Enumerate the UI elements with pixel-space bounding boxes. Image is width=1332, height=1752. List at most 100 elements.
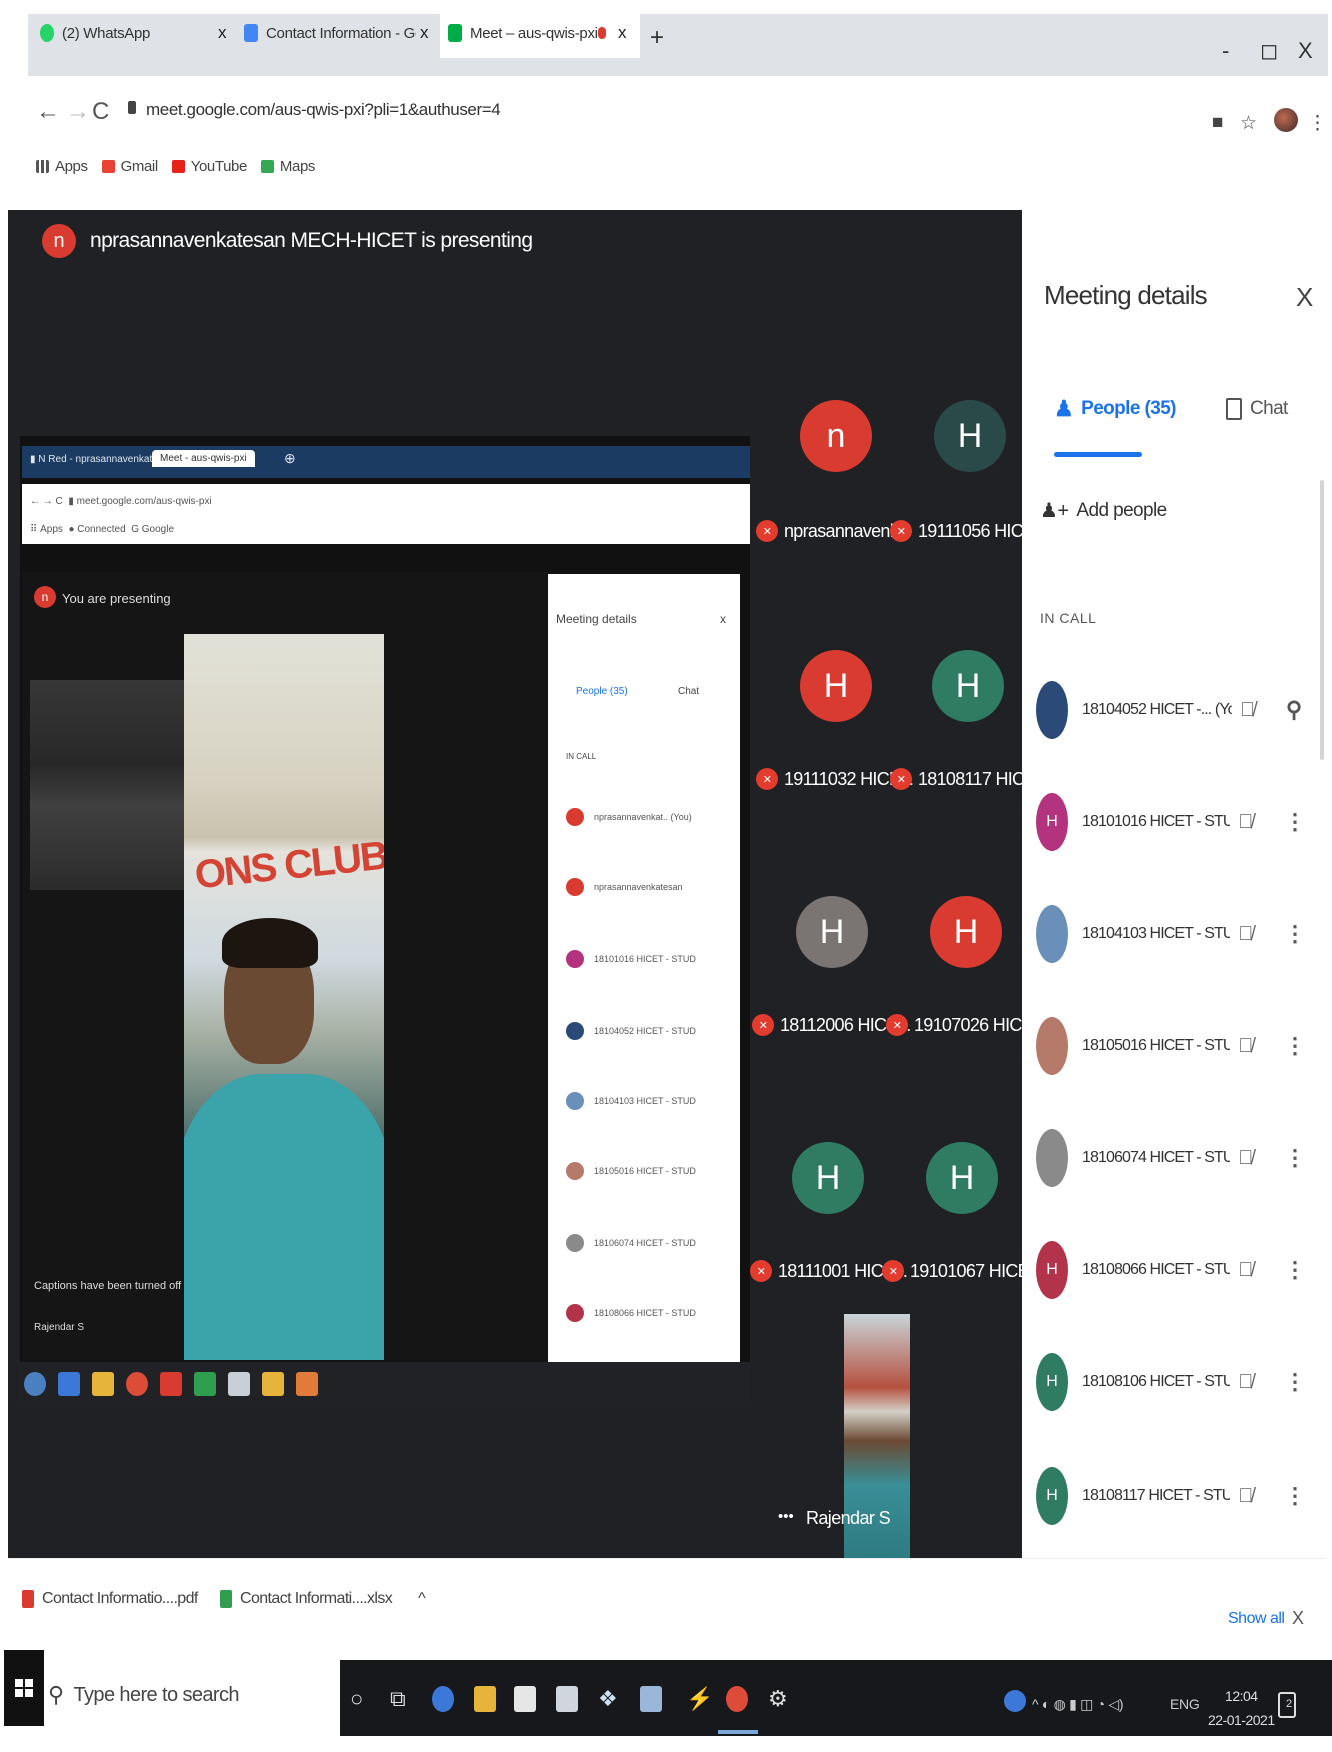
list-item: 18104052 HICET -... (You) 🎙̸ ⚲: [1036, 680, 1306, 740]
avatar: [1036, 1017, 1068, 1075]
bookmark-maps[interactable]: Maps: [260, 158, 315, 175]
maximize-button[interactable]: ◻: [1260, 38, 1278, 64]
chevron-up-icon[interactable]: ^: [418, 1590, 426, 1608]
taskbar-clock[interactable]: 12:04 22-01-2021: [1208, 1684, 1275, 1732]
shared-app-icon: [160, 1372, 182, 1396]
participant-avatar: H: [800, 650, 872, 722]
bookmarks-bar: Apps Gmail YouTube Maps: [36, 158, 315, 175]
shared-app-icon: [296, 1372, 318, 1396]
forward-icon[interactable]: →: [66, 98, 90, 126]
camera-icon[interactable]: ■: [1212, 112, 1223, 134]
language-indicator[interactable]: ENG: [1170, 1696, 1200, 1712]
mic-off-icon: ✕: [756, 520, 778, 542]
list-item: H 18108117 HICET - STUDE... 🎙̸ ⋮: [1036, 1466, 1306, 1526]
captions-notice: Captions have been turned off: [34, 1280, 182, 1292]
tab-whatsapp[interactable]: (2) WhatsApp x: [40, 8, 227, 58]
recording-icon: [598, 27, 606, 39]
video-banner-text: ONS CLUB OF CBE S: [192, 815, 384, 898]
more-icon[interactable]: ⋮: [1284, 1483, 1306, 1509]
bookmark-star-icon[interactable]: ☆: [1240, 112, 1257, 135]
download-item-xlsx[interactable]: Contact Informati....xlsx ^: [220, 1590, 426, 1608]
taskbar-search-input[interactable]: ⚲ Type here to search: [48, 1682, 239, 1708]
more-icon[interactable]: ⋮: [1284, 1257, 1306, 1283]
tray-icons[interactable]: ^ ◐ ◍ ▮ ◫ ◔ ◁): [1032, 1696, 1124, 1713]
edge-icon[interactable]: [432, 1686, 454, 1712]
lock-icon: [128, 101, 136, 114]
start-button[interactable]: [4, 1650, 44, 1726]
shared-app-icon: [194, 1372, 216, 1396]
presenter-banner: n nprasannavenkatesan MECH-HICET is pres…: [42, 224, 533, 258]
people-icon: ♟: [1054, 396, 1074, 421]
avatar: H: [1036, 1241, 1068, 1299]
bookmark-youtube[interactable]: YouTube: [171, 158, 247, 175]
reload-icon[interactable]: C: [92, 98, 109, 126]
shared-taskbar: [18, 1362, 750, 1406]
app-icon[interactable]: [640, 1686, 662, 1712]
more-icon[interactable]: ⋮: [1284, 809, 1306, 835]
settings-gear-icon[interactable]: ⚙: [768, 1686, 788, 1712]
tab-label: Contact Information - Google F: [266, 24, 416, 42]
new-tab-button[interactable]: +: [650, 24, 664, 52]
store-icon[interactable]: [514, 1686, 536, 1712]
participant-name: 18104103 HICET - STUD...: [1082, 925, 1231, 942]
more-icon[interactable]: ⋮: [1284, 921, 1306, 947]
minimize-button[interactable]: -: [1222, 38, 1229, 64]
list-item: H 18108066 HICET - STUD... 🎙̸ ⋮: [1036, 1240, 1306, 1300]
url-field[interactable]: meet.google.com/aus-qwis-pxi?pli=1&authu…: [146, 100, 501, 120]
close-panel-button[interactable]: X: [1296, 282, 1313, 313]
file-explorer-icon[interactable]: [474, 1686, 496, 1712]
back-icon[interactable]: ←: [36, 98, 60, 126]
download-item-pdf[interactable]: Contact Informatio....pdf ^: [22, 1590, 227, 1608]
mic-off-icon: 🎙̸: [1238, 1484, 1254, 1507]
shared-self-label: Rajendar S: [34, 1322, 85, 1333]
more-icon[interactable]: ⋮: [1284, 1033, 1306, 1059]
winamp-icon[interactable]: ⚡: [686, 1686, 713, 1712]
shared-new-tab-icon: ⊕: [284, 450, 296, 466]
dropbox-icon[interactable]: ❖: [598, 1686, 618, 1712]
windows-icon: [15, 1679, 33, 1697]
search-icon: ⚲: [48, 1682, 64, 1707]
add-people-button[interactable]: ♟+ Add people: [1040, 498, 1167, 523]
more-icon[interactable]: ⋮: [1284, 1369, 1306, 1395]
participant-name: 18108117 HICET - STUDE...: [1082, 1487, 1231, 1504]
shared-list-item: nprasannavenkat.. (You): [566, 808, 692, 826]
active-tab-indicator: [1054, 452, 1142, 457]
participant-name: ✕ 19101067 HICE...: [882, 1260, 1043, 1282]
google-meet-icon: [448, 24, 462, 42]
tab-contact-information[interactable]: Contact Information - Google F x: [244, 8, 434, 58]
profile-avatar[interactable]: [1274, 108, 1298, 132]
help-icon[interactable]: [1004, 1690, 1026, 1712]
panel-scrollbar[interactable]: [1320, 480, 1324, 760]
shared-address-bar: ← → C ▮ meet.google.com/aus-qwis-pxi ⠿ A…: [22, 484, 750, 544]
participant-name: 18101016 HICET - STUD...: [1082, 813, 1231, 830]
shared-app-icon: [262, 1372, 284, 1396]
shared-presenter-avatar: n: [34, 586, 56, 608]
show-all-link[interactable]: Show all: [1228, 1610, 1285, 1628]
close-window-button[interactable]: X: [1298, 38, 1313, 64]
person-body: [184, 1074, 384, 1360]
close-tab-icon[interactable]: x: [218, 23, 227, 43]
close-tab-icon[interactable]: x: [420, 23, 429, 43]
bookmark-apps[interactable]: Apps: [36, 158, 88, 175]
tab-people[interactable]: ♟ People (35): [1054, 396, 1176, 422]
bookmark-gmail[interactable]: Gmail: [101, 158, 158, 175]
notification-center-icon[interactable]: 2: [1278, 1692, 1296, 1718]
more-options-icon[interactable]: •••: [778, 1508, 794, 1525]
menu-icon[interactable]: ⋮: [1308, 112, 1327, 135]
participant-name: 18108106 HICET - STUD...: [1082, 1373, 1231, 1390]
mail-icon[interactable]: [556, 1686, 578, 1712]
participant-avatar: n: [800, 400, 872, 472]
pin-icon[interactable]: ⚲: [1286, 697, 1302, 723]
shared-panel-title: Meeting details: [556, 612, 637, 626]
chrome-icon[interactable]: [726, 1686, 748, 1712]
chat-icon: [1226, 398, 1242, 420]
cortana-icon[interactable]: ○: [350, 1686, 363, 1712]
close-tab-icon[interactable]: x: [618, 23, 627, 43]
task-view-icon[interactable]: ⧉: [390, 1686, 406, 1712]
shared-list-item: 18105016 HICET - STUD: [566, 1162, 696, 1180]
avatar: [1036, 1129, 1068, 1187]
more-icon[interactable]: ⋮: [1284, 1145, 1306, 1171]
tab-chat[interactable]: Chat: [1226, 398, 1288, 420]
tab-meet[interactable]: Meet – aus-qwis-pxi x: [440, 8, 640, 58]
close-downloads-button[interactable]: X: [1292, 1608, 1304, 1629]
